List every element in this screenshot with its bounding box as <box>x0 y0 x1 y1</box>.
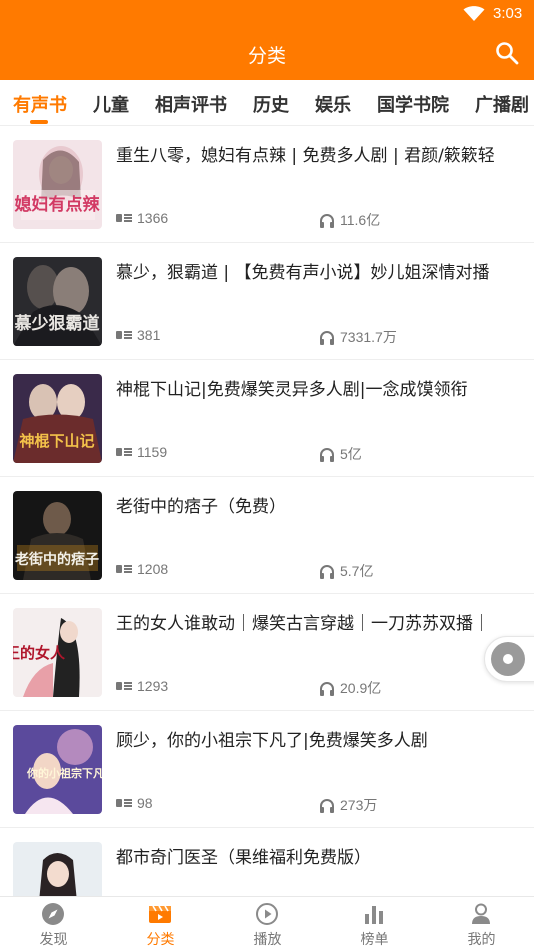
episode-count-value: 381 <box>137 327 161 343</box>
nav-play[interactable]: 播放 <box>214 897 321 949</box>
category-icon <box>149 905 171 923</box>
episodes-icon <box>116 214 132 222</box>
cover-title: 老街中的痞子 <box>15 551 99 568</box>
play-count-value: 7331.7万 <box>340 329 397 345</box>
book-cover[interactable]: 媳妇有点辣 <box>13 140 102 229</box>
episode-count: 381 <box>116 327 160 343</box>
episode-count-value: 1208 <box>137 561 169 577</box>
tab-children[interactable]: 儿童 <box>93 91 129 117</box>
nav-label: 分类 <box>146 932 175 948</box>
status-bar: 3:03 <box>0 0 534 28</box>
play-count: 273万 <box>319 795 377 815</box>
book-cover[interactable] <box>13 842 102 896</box>
nav-ranking[interactable]: 榜单 <box>321 897 428 949</box>
episode-count-value: 1293 <box>137 678 169 694</box>
tab-history[interactable]: 历史 <box>253 91 289 117</box>
nav-profile[interactable]: 我的 <box>428 897 534 949</box>
compass-icon <box>42 903 64 925</box>
play-count-value: 11.6亿 <box>340 212 381 228</box>
episode-count-value: 1159 <box>137 444 168 460</box>
book-title: 神棍下山记|免费爆笑灵异多人剧|一念成馍领衔 <box>116 380 468 400</box>
bar-chart-icon <box>365 906 383 924</box>
book-cover[interactable]: 王的女人 <box>13 608 102 697</box>
tab-audiobook[interactable]: 有声书 <box>13 91 67 117</box>
episode-count-value: 98 <box>137 795 153 811</box>
episode-count-value: 1366 <box>137 210 169 226</box>
tab-classics[interactable]: 国学书院 <box>377 91 449 117</box>
nav-category[interactable]: 分类 <box>107 897 214 949</box>
episode-count: 1293 <box>116 678 168 694</box>
page-title: 分类 <box>247 45 286 67</box>
headphones-icon <box>320 681 334 696</box>
play-count: 5亿 <box>319 444 362 464</box>
play-count: 7331.7万 <box>319 327 397 347</box>
nav-label: 播放 <box>253 932 282 948</box>
user-icon <box>472 903 490 924</box>
episodes-icon <box>116 565 132 573</box>
headphones-icon <box>320 213 334 228</box>
episodes-icon <box>116 682 132 690</box>
episodes-icon <box>116 799 132 807</box>
episode-count: 1159 <box>116 444 167 460</box>
list-item[interactable]: 慕少狠霸道 慕少，狠霸道 | 【免费有声小说】妙儿姐深情对播 381 7331.… <box>0 243 534 360</box>
play-count-value: 5.7亿 <box>340 563 374 579</box>
wifi-icon <box>463 6 485 21</box>
status-time: 3:03 <box>493 5 523 22</box>
episode-count: 98 <box>116 795 153 811</box>
book-title: 都市奇门医圣（果维福利免费版） <box>116 848 371 868</box>
book-title: 重生八零，媳妇有点辣 | 免费多人剧 | 君颜/簌簌轻 <box>116 146 495 166</box>
list-item[interactable]: 你的小祖宗下凡了 顾少，你的小祖宗下凡了|免费爆笑多人剧 98 273万 <box>0 711 534 828</box>
headphones-icon <box>320 564 334 579</box>
list-item[interactable]: 王的女人 王的女人谁敢动｜爆笑古言穿越｜一刀苏苏双播｜ 1293 20.9亿 <box>0 594 534 711</box>
play-count-value: 5亿 <box>340 446 362 462</box>
cover-title: 神棍下山记 <box>19 432 94 450</box>
book-title: 老街中的痞子（免费） <box>116 497 286 517</box>
book-cover[interactable]: 神棍下山记 <box>13 374 102 463</box>
book-title: 顾少，你的小祖宗下凡了|免费爆笑多人剧 <box>116 731 428 751</box>
play-count: 11.6亿 <box>319 210 380 230</box>
list-item[interactable]: 都市奇门医圣（果维福利免费版） <box>0 828 534 896</box>
headphones-icon <box>320 447 334 462</box>
tab-crosstalk[interactable]: 相声评书 <box>155 91 227 117</box>
play-circle-icon <box>256 903 278 925</box>
active-tab-indicator <box>30 120 48 124</box>
play-count-value: 20.9亿 <box>340 680 382 696</box>
nav-label: 我的 <box>467 932 496 948</box>
episode-count: 1366 <box>116 210 168 226</box>
book-cover[interactable]: 你的小祖宗下凡了 <box>13 725 102 814</box>
list-item[interactable]: 老街中的痞子 老街中的痞子（免费） 1208 5.7亿 <box>0 477 534 594</box>
category-tabs: 有声书 儿童 相声评书 历史 娱乐 国学书院 广播剧 <box>0 80 534 126</box>
book-list: 媳妇有点辣 重生八零，媳妇有点辣 | 免费多人剧 | 君颜/簌簌轻 1366 1… <box>0 126 534 896</box>
tab-radio-drama[interactable]: 广播剧 <box>475 91 529 117</box>
bottom-navigation: 发现 分类 播放 榜单 我的 <box>0 896 534 949</box>
book-title: 慕少，狠霸道 | 【免费有声小说】妙儿姐深情对播 <box>116 263 490 283</box>
disc-icon <box>491 642 525 676</box>
search-icon[interactable] <box>494 40 520 66</box>
list-item[interactable]: 神棍下山记 神棍下山记|免费爆笑灵异多人剧|一念成馍领衔 1159 5亿 <box>0 360 534 477</box>
play-count: 20.9亿 <box>319 678 381 698</box>
episodes-icon <box>116 448 132 456</box>
nav-label: 榜单 <box>360 932 389 948</box>
cover-title: 慕少狠霸道 <box>14 313 100 334</box>
mini-player-disc[interactable] <box>484 636 534 682</box>
episode-count: 1208 <box>116 561 168 577</box>
play-count: 5.7亿 <box>319 561 373 581</box>
play-count-value: 273万 <box>340 797 378 813</box>
list-item[interactable]: 媳妇有点辣 重生八零，媳妇有点辣 | 免费多人剧 | 君颜/簌簌轻 1366 1… <box>0 126 534 243</box>
headphones-icon <box>320 798 334 813</box>
episodes-icon <box>116 331 132 339</box>
cover-title: 你的小祖宗下凡了 <box>26 766 102 780</box>
cover-title: 媳妇有点辣 <box>15 194 101 215</box>
nav-label: 发现 <box>39 932 68 948</box>
headphones-icon <box>320 330 334 345</box>
book-title: 王的女人谁敢动｜爆笑古言穿越｜一刀苏苏双播｜ <box>116 614 490 634</box>
cover-title: 王的女人 <box>13 644 66 662</box>
tab-entertainment[interactable]: 娱乐 <box>315 91 351 117</box>
app-bar: 分类 <box>0 28 534 80</box>
book-cover[interactable]: 慕少狠霸道 <box>13 257 102 346</box>
nav-discover[interactable]: 发现 <box>0 897 107 949</box>
book-cover[interactable]: 老街中的痞子 <box>13 491 102 580</box>
